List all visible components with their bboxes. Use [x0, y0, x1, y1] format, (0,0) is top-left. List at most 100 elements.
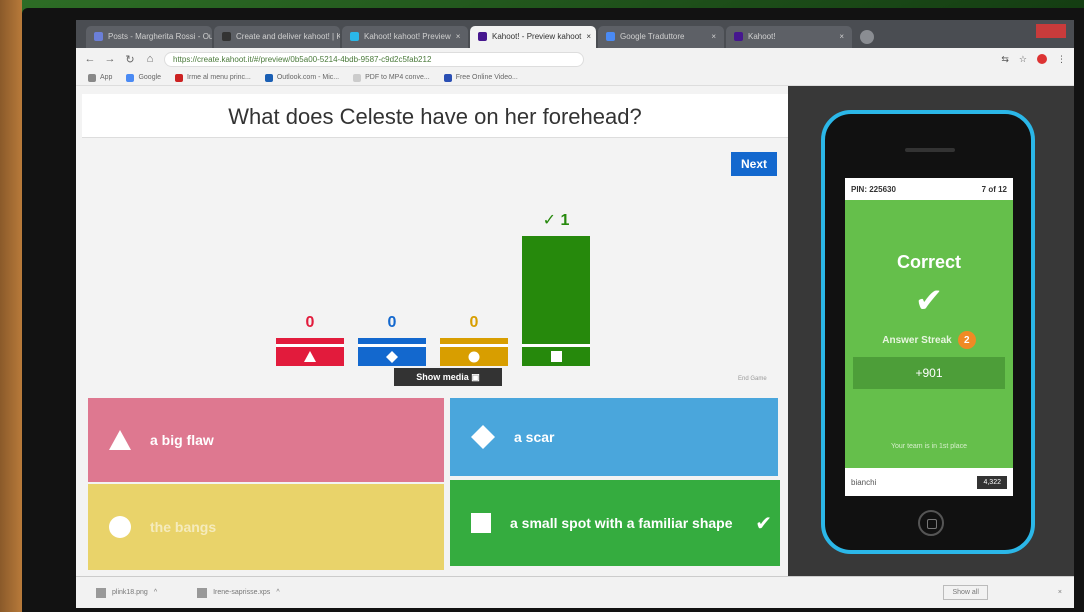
square-icon — [522, 344, 590, 366]
correct-check-icon: ✓ — [542, 212, 561, 229]
chevron-up-icon[interactable]: ^ — [276, 589, 279, 596]
window-close-button[interactable] — [1036, 24, 1066, 38]
kahoot-page: What does Celeste have on her forehead? … — [76, 86, 1074, 576]
close-tab-icon[interactable]: × — [456, 32, 461, 48]
browser-tab[interactable]: Create and deliver kahoot! | Kahoo× — [214, 26, 340, 48]
points-earned: +901 — [853, 357, 1005, 389]
browser-tab[interactable]: Google Traduttore × — [598, 26, 724, 48]
tab-favicon-icon — [350, 32, 359, 41]
file-icon — [197, 587, 208, 598]
circle-icon — [109, 516, 131, 538]
bookmark-apps[interactable]: App — [88, 73, 112, 82]
apps-grid-icon — [88, 73, 96, 82]
correct-check-icon: ✔ — [755, 512, 772, 535]
downloads-bar: plink18.png ^ Irene-saprisse.xps ^ Show … — [76, 576, 1074, 608]
star-bookmark-icon[interactable]: ☆ — [1019, 54, 1027, 65]
browser-tab-active[interactable]: Kahoot! - Preview kahoot × — [470, 26, 596, 48]
browser-tab[interactable]: Kahoot! kahoot! Preview × — [342, 26, 468, 48]
translate-icon[interactable]: ⇆ — [1001, 54, 1009, 65]
answer-tile-square[interactable]: a small spot with a familiar shape ✔ — [450, 480, 780, 566]
address-bar-row: ← → ↻ ⌂ https://create.kahoot.it/#/previ… — [76, 48, 1074, 70]
close-tab-icon[interactable]: × — [711, 32, 716, 48]
bookmark-outlook[interactable]: Outlook.com - Mic... — [264, 73, 339, 82]
profile-icon[interactable] — [1037, 54, 1047, 64]
back-arrow-icon[interactable]: ← — [84, 53, 96, 65]
close-tab-icon[interactable]: × — [586, 32, 591, 48]
close-downloads-icon[interactable]: × — [1058, 589, 1062, 596]
phone-home-button — [918, 510, 944, 536]
result-label: Correct — [896, 252, 962, 272]
streak-badge: 2 — [957, 331, 976, 349]
answer-tile-triangle[interactable]: a big flaw — [88, 398, 444, 482]
circle-icon — [440, 344, 508, 366]
bookmark-favicon-icon — [175, 73, 184, 82]
browser-tab[interactable]: Kahoot! × — [726, 26, 852, 48]
download-item[interactable]: plink18.png ^ — [96, 587, 157, 598]
triangle-icon — [276, 344, 344, 366]
phone-preview-panel: PIN: 225630 7 of 12 Correct ✔ Answer Str… — [788, 86, 1074, 576]
new-tab-button[interactable] — [860, 30, 874, 44]
tab-favicon-icon — [478, 32, 487, 41]
browser-tab-bar: Posts - Margherita Rossi - Outlo× Create… — [76, 20, 1074, 48]
bar-count-label: 0 — [276, 314, 344, 332]
page-icon — [353, 73, 362, 82]
bar-value: 0 — [469, 314, 479, 331]
result-bar-circle: 0 — [440, 206, 508, 366]
tab-favicon-icon — [222, 32, 231, 41]
image-icon: ▣ — [471, 371, 480, 382]
home-icon[interactable]: ⌂ — [144, 53, 156, 65]
url-field[interactable]: https://create.kahoot.it/#/preview/0b5a0… — [164, 51, 584, 67]
result-bar-diamond: 0 — [358, 206, 426, 366]
show-all-downloads-button[interactable]: Show all — [943, 585, 988, 600]
monitor-screen: Posts - Margherita Rossi - Outlo× Create… — [76, 20, 1074, 608]
phone-footer: bianchi 4,322 — [845, 468, 1013, 496]
bar-count-label: 0 — [440, 314, 508, 332]
question-title: What does Celeste have on her forehead? — [82, 94, 788, 138]
show-media-button[interactable]: Show media ▣ — [394, 368, 502, 386]
chevron-up-icon[interactable]: ^ — [154, 589, 157, 596]
total-score: 4,322 — [977, 475, 1007, 489]
end-game-link[interactable]: End Game — [738, 376, 767, 382]
bookmark-google[interactable]: Google — [126, 73, 161, 82]
bookmark-pdf[interactable]: PDF to MP4 conve... — [353, 73, 430, 82]
bookmark-menu[interactable]: Irme al menu princ... — [175, 73, 251, 82]
answer-results-chart: 0 0 0 ✓ 1 — [276, 206, 616, 366]
tab-favicon-icon — [94, 32, 103, 41]
menu-dots-icon[interactable]: ⋮ — [1057, 54, 1066, 65]
browser-tab[interactable]: Posts - Margherita Rossi - Outlo× — [86, 26, 212, 48]
google-icon — [126, 73, 135, 82]
question-progress: 7 of 12 — [981, 184, 1007, 194]
diamond-icon — [358, 344, 426, 366]
extensions-area: ⇆ ☆ ⋮ — [1001, 54, 1066, 65]
diamond-icon — [471, 425, 495, 449]
tab-favicon-icon — [606, 32, 615, 41]
bar-value: 0 — [305, 314, 315, 331]
download-item[interactable]: Irene-saprisse.xps ^ — [197, 587, 280, 598]
phone-mockup: PIN: 225630 7 of 12 Correct ✔ Answer Str… — [821, 110, 1035, 554]
result-bar-square: ✓ 1 — [522, 206, 590, 366]
reload-icon[interactable]: ↻ — [124, 53, 136, 66]
tab-favicon-icon — [734, 32, 743, 41]
outlook-icon — [264, 73, 273, 82]
team-place: Your team is in 1st place — [890, 443, 967, 450]
bookmark-video[interactable]: Free Online Video... — [443, 73, 518, 82]
phone-screen: PIN: 225630 7 of 12 Correct ✔ Answer Str… — [845, 178, 1013, 496]
bar-value: 0 — [387, 314, 397, 331]
phone-header: PIN: 225630 7 of 12 — [845, 178, 1013, 200]
answer-tile-diamond[interactable]: a scar — [450, 398, 778, 476]
triangle-icon — [109, 430, 131, 450]
bar-count-label: 0 — [358, 314, 426, 332]
result-bar-triangle: 0 — [276, 206, 344, 366]
checkmark-icon: ✔ — [914, 282, 944, 320]
forward-arrow-icon[interactable]: → — [104, 53, 116, 65]
player-name: bianchi — [851, 477, 877, 487]
next-button[interactable]: Next — [731, 152, 777, 176]
video-icon — [443, 73, 452, 82]
bar-value: 1 — [560, 212, 570, 229]
bar-count-label: ✓ 1 — [522, 210, 590, 230]
phone-speaker — [905, 148, 955, 152]
close-tab-icon[interactable]: × — [839, 32, 844, 48]
bookmarks-bar: App Google Irme al menu princ... Outlook… — [76, 70, 1074, 86]
answer-tile-circle[interactable]: the bangs — [88, 484, 444, 570]
square-icon — [471, 513, 491, 533]
